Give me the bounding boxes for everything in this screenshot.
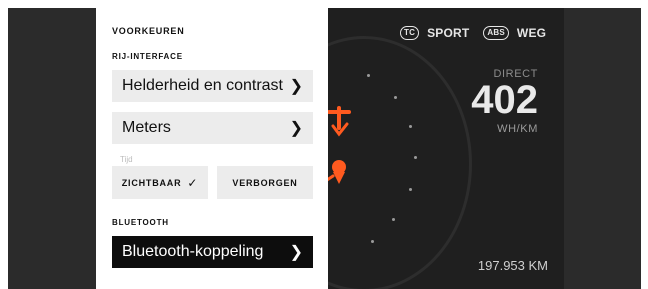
visible-label: ZICHTBAAR	[121, 177, 182, 188]
bluetooth-pairing-button[interactable]: Bluetooth-koppeling ❯	[112, 236, 313, 268]
hidden-label: VERBORGEN	[232, 177, 298, 188]
gauge-dot	[409, 125, 412, 128]
preferences-panel: VOORKEUREN RIJ-INTERFACE Helderheid en c…	[96, 8, 328, 289]
bluetooth-pairing-label: Bluetooth-koppeling	[122, 243, 264, 260]
ride-mode-label: SPORT	[427, 26, 470, 40]
alert-icon	[327, 160, 346, 184]
gauge-dot	[367, 74, 370, 77]
gauge-dot	[371, 240, 374, 243]
time-label: Tijd	[120, 155, 133, 164]
visible-toggle-button[interactable]: ZICHTBAAR ✓	[112, 166, 208, 199]
chevron-right-icon: ❯	[289, 78, 303, 95]
odometer: 197.953 KM	[477, 258, 548, 273]
ride-interface-label: RIJ-INTERFACE	[112, 52, 183, 61]
meters-label: Meters	[122, 119, 171, 136]
preferences-title: VOORKEUREN	[112, 26, 185, 36]
tc-badge: TC	[400, 26, 420, 40]
direct-value: 402	[471, 78, 538, 122]
bluetooth-section-label: BLUETOOTH	[112, 218, 169, 227]
gauge-dot	[409, 188, 412, 191]
hidden-toggle-button[interactable]: VERBORGEN	[217, 166, 313, 199]
meters-button[interactable]: Meters ❯	[112, 112, 313, 144]
gauge-dot	[392, 218, 395, 221]
road-mode-label: WEG	[516, 26, 547, 40]
warning-icon	[327, 106, 351, 137]
chevron-right-icon: ❯	[289, 120, 303, 137]
abs-badge: ABS	[483, 26, 509, 40]
gauge-dot	[414, 156, 417, 159]
chevron-right-icon: ❯	[289, 244, 303, 261]
direct-unit: WH/KM	[497, 123, 538, 135]
check-icon: ✓	[187, 175, 199, 190]
brightness-contrast-label: Helderheid en contrast	[122, 77, 283, 94]
gauge-dot	[394, 96, 397, 99]
top-status-indicators: TC SPORT ABS WEG	[400, 26, 546, 40]
dashboard-screen: TC SPORT ABS WEG DIRECT 402 WH/KM 197.95…	[96, 8, 564, 289]
brightness-contrast-button[interactable]: Helderheid en contrast ❯	[112, 70, 313, 102]
